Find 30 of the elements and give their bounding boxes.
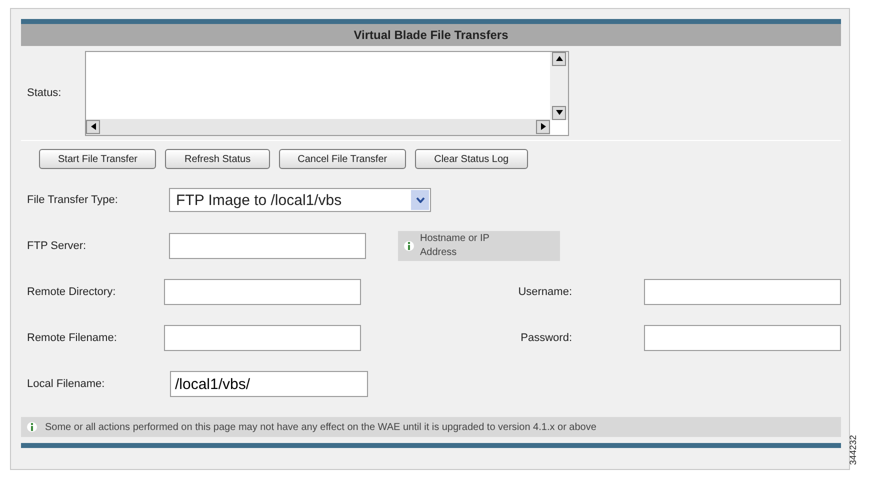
status-label: Status: bbox=[27, 87, 62, 99]
text-field[interactable] bbox=[644, 279, 841, 305]
text-field[interactable] bbox=[164, 325, 361, 351]
status-log-field[interactable] bbox=[85, 50, 569, 136]
field-label: FTP Server: bbox=[27, 240, 88, 252]
scroll-up-icon[interactable] bbox=[552, 52, 566, 66]
scroll-down-icon[interactable] bbox=[552, 106, 566, 120]
panel-title: Virtual Blade File Transfers bbox=[21, 24, 841, 46]
info-icon bbox=[404, 239, 414, 253]
action-button[interactable]: Start File Transfer bbox=[39, 149, 156, 169]
action-button[interactable]: Refresh Status bbox=[165, 149, 270, 169]
field-label: Local Filename: bbox=[27, 378, 106, 390]
text-field[interactable] bbox=[644, 325, 841, 351]
field-label: Username: bbox=[517, 286, 573, 298]
figure-number: 344232 bbox=[848, 434, 858, 466]
local-filename-field[interactable]: /local1/vbs/ bbox=[170, 371, 368, 397]
field-label: Remote Filename: bbox=[27, 332, 118, 344]
action-button[interactable]: Clear Status Log bbox=[415, 149, 528, 169]
notice-text: Some or all actions performed on this page may not have any effect on the WAE until it is upgraded to version 4.1.x or above bbox=[45, 422, 596, 432]
text-field[interactable] bbox=[164, 279, 361, 305]
scroll-right-icon[interactable] bbox=[536, 120, 550, 134]
info-icon bbox=[27, 420, 37, 434]
action-button[interactable]: Cancel File Transfer bbox=[278, 149, 406, 169]
scroll-left-icon[interactable] bbox=[86, 120, 100, 134]
transfer-type-dropdown[interactable]: FTP Image to /local1/vbs bbox=[169, 188, 431, 212]
field-label: File Transfer Type: bbox=[27, 194, 119, 206]
hint-text: Hostname or IP Address bbox=[420, 232, 490, 260]
field-label: Password: bbox=[520, 332, 573, 344]
ftp-server-field[interactable] bbox=[169, 233, 366, 259]
field-label: Remote Directory: bbox=[27, 286, 117, 298]
